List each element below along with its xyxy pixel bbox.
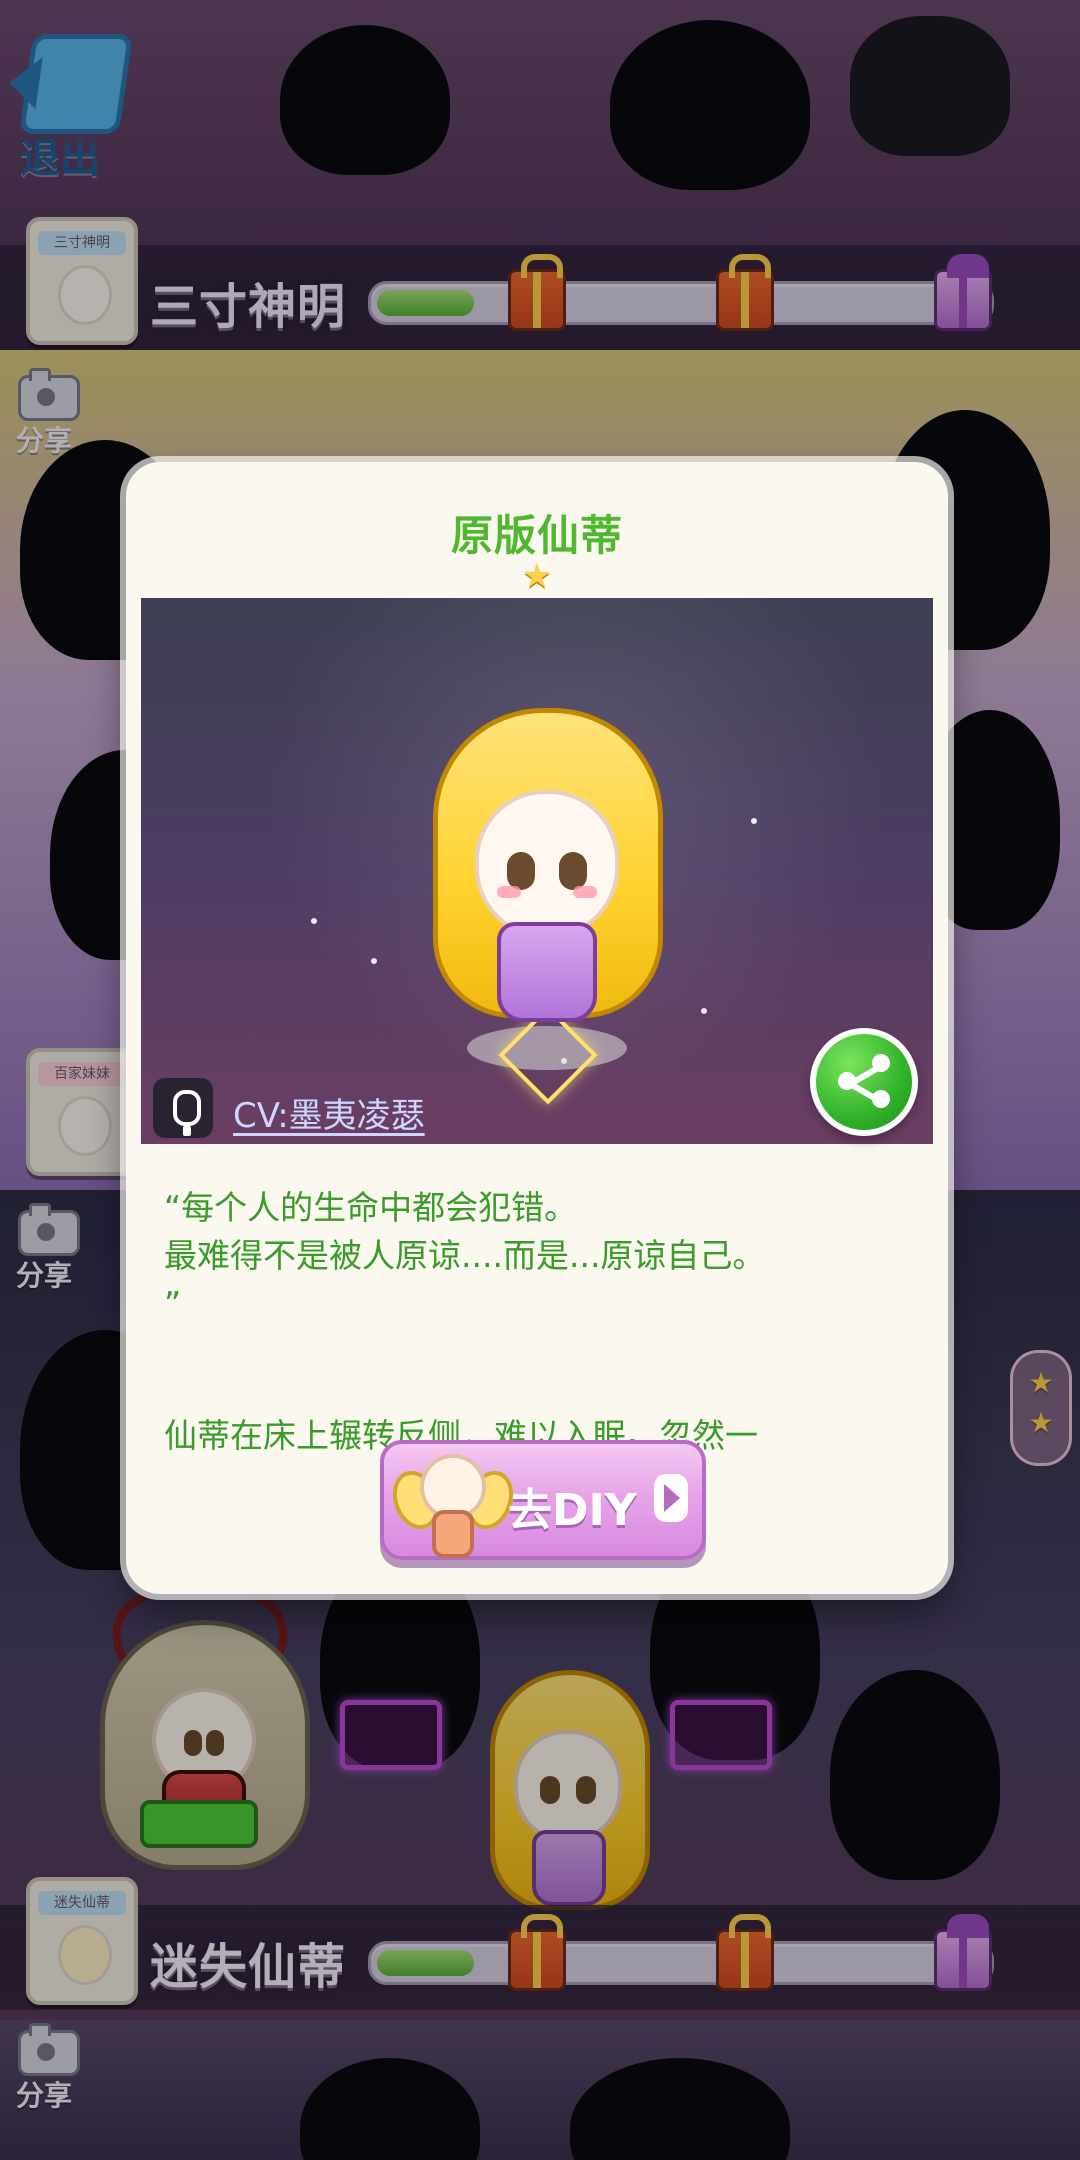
go-diy-button[interactable]: 去DIY	[380, 1440, 706, 1560]
sparkle	[371, 958, 377, 964]
sparkle	[701, 1008, 707, 1014]
star-icon: ★	[521, 556, 553, 596]
share-icon-dot	[872, 1054, 890, 1072]
character-eye	[559, 852, 587, 890]
share-icon[interactable]	[810, 1028, 918, 1136]
character-eye	[507, 852, 535, 890]
character-model	[393, 708, 693, 1105]
character-outfit	[497, 922, 597, 1022]
sparkle	[311, 918, 317, 924]
chevron-right-icon	[654, 1474, 688, 1522]
modal-title: 原版仙蒂	[450, 511, 623, 560]
quote-line: 最难得不是被人原谅....而是...原谅自己。	[164, 1236, 766, 1275]
quote-line: ”	[164, 1284, 182, 1323]
share-icon-dot	[838, 1072, 856, 1090]
character-description[interactable]: “每个人的生命中都会犯错。 最难得不是被人原谅....而是...原谅自己。 ” …	[164, 1184, 916, 1454]
sparkle	[751, 818, 757, 824]
go-diy-label: 去DIY	[508, 1485, 637, 1536]
character-cheek	[497, 886, 521, 898]
mascot-body	[432, 1510, 474, 1558]
share-icon-dot	[872, 1090, 890, 1108]
character-cheek	[573, 886, 597, 898]
bee-mascot-icon	[385, 1436, 521, 1558]
character-face	[475, 790, 619, 938]
voice-button[interactable]	[153, 1078, 213, 1138]
character-detail-modal: 原版仙蒂 ★ CV:墨夷凌瑟 “每个人的生命中都会犯错。 最难得不是被人原谅..…	[126, 462, 948, 1594]
quote-line: “每个人的生命中都会犯错。	[164, 1188, 578, 1227]
voice-actor-link[interactable]: CV:墨夷凌瑟	[233, 1088, 425, 1137]
microphone-icon	[173, 1090, 201, 1136]
